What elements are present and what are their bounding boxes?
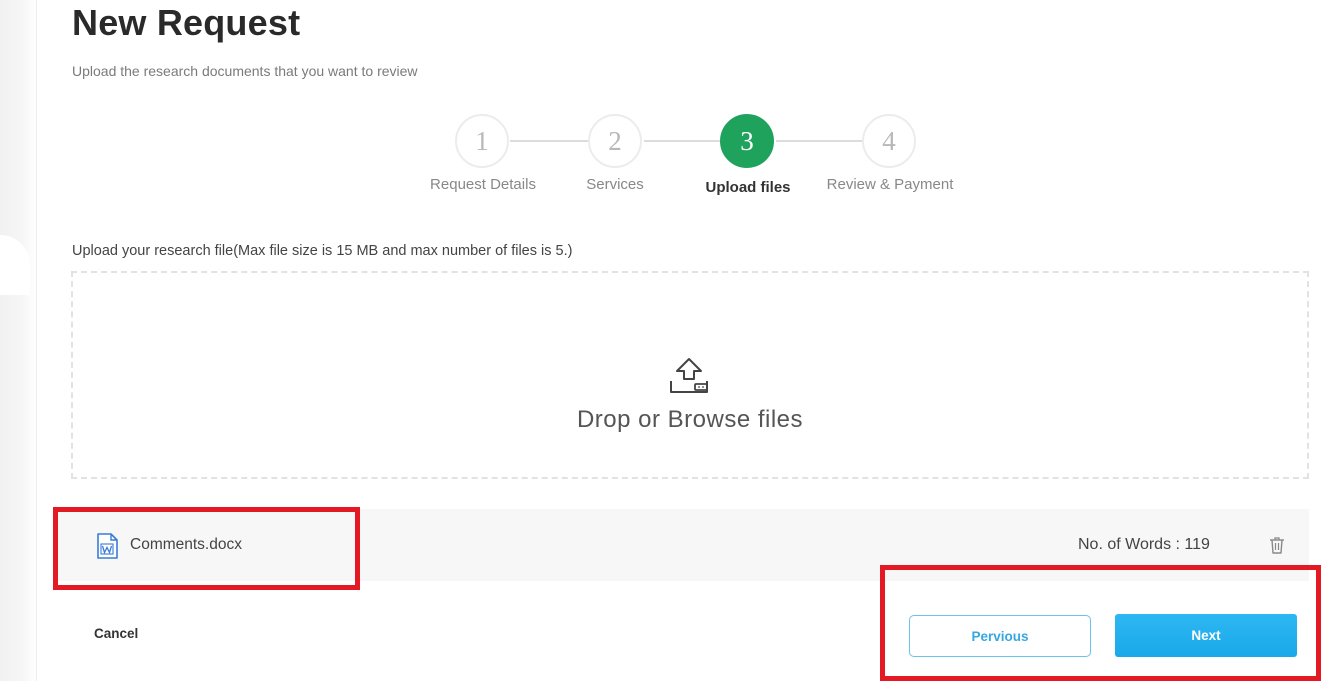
- step-2-circle[interactable]: 2: [588, 114, 642, 168]
- step-1-label: Request Details: [430, 176, 536, 193]
- step-1-circle[interactable]: 1: [455, 114, 509, 168]
- file-highlight-box: [53, 507, 360, 590]
- upload-instructions: Upload your research file(Max file size …: [72, 243, 573, 259]
- step-3-label: Upload files: [705, 179, 791, 196]
- step-4-label: Review & Payment: [826, 176, 954, 193]
- buttons-highlight-box: [880, 565, 1321, 681]
- step-2-label: Services: [586, 176, 644, 193]
- upload-icon[interactable]: [665, 356, 713, 396]
- step-3-circle[interactable]: 3: [720, 114, 774, 168]
- cancel-link[interactable]: Cancel: [94, 626, 138, 641]
- step-connector: [644, 140, 720, 142]
- trash-icon[interactable]: [1269, 536, 1285, 554]
- step-4-circle[interactable]: 4: [862, 114, 916, 168]
- step-connector: [776, 140, 862, 142]
- step-connector: [510, 140, 588, 142]
- progress-stepper: 1 2 3 4 Request Details Services Upload …: [0, 0, 1330, 220]
- dropzone-label[interactable]: Drop or Browse files: [0, 406, 1330, 434]
- word-count: No. of Words : 119: [1078, 536, 1210, 553]
